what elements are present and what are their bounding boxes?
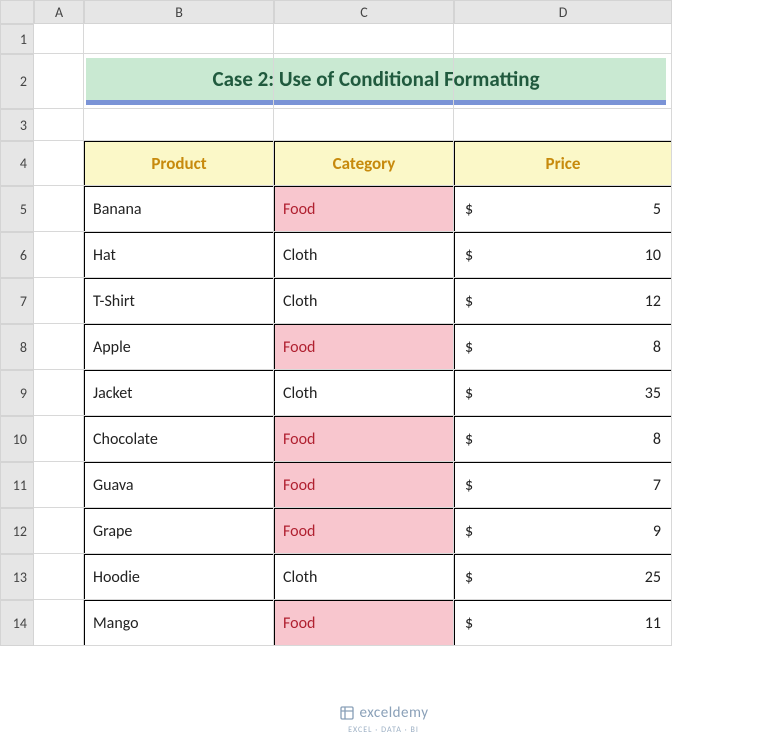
- spreadsheet-icon: [339, 705, 355, 721]
- row-header-10[interactable]: 10: [0, 416, 34, 462]
- cell[interactable]: [454, 186, 672, 232]
- row-header-8[interactable]: 8: [0, 324, 34, 370]
- row-header-9[interactable]: 9: [0, 370, 34, 416]
- watermark: exceldemy: [0, 704, 767, 722]
- row-header-5[interactable]: 5: [0, 186, 34, 232]
- cell[interactable]: [84, 508, 274, 554]
- cell[interactable]: [454, 278, 672, 324]
- cell[interactable]: [34, 186, 84, 232]
- cell[interactable]: [454, 324, 672, 370]
- cell[interactable]: [34, 54, 84, 109]
- cell[interactable]: [454, 109, 672, 141]
- cell[interactable]: [274, 416, 454, 462]
- cell[interactable]: [34, 232, 84, 278]
- column-header-c[interactable]: C: [274, 0, 454, 24]
- cell[interactable]: [274, 278, 454, 324]
- cell[interactable]: [274, 24, 454, 54]
- cell[interactable]: [274, 600, 454, 646]
- cell[interactable]: [34, 600, 84, 646]
- cell[interactable]: [274, 141, 454, 186]
- cell[interactable]: [84, 54, 274, 109]
- cell[interactable]: [274, 462, 454, 508]
- cell[interactable]: [84, 416, 274, 462]
- row-header-1[interactable]: 1: [0, 24, 34, 54]
- watermark-tagline: EXCEL · DATA · BI: [0, 725, 767, 735]
- cell[interactable]: [84, 278, 274, 324]
- cell[interactable]: [454, 370, 672, 416]
- cell[interactable]: [274, 324, 454, 370]
- cell[interactable]: [454, 54, 672, 109]
- watermark-brand: exceldemy: [360, 704, 429, 722]
- cell[interactable]: [454, 416, 672, 462]
- cell[interactable]: [274, 370, 454, 416]
- cell[interactable]: [274, 54, 454, 109]
- cell[interactable]: [34, 370, 84, 416]
- cell[interactable]: [84, 24, 274, 54]
- cell[interactable]: [454, 232, 672, 278]
- column-header-d[interactable]: D: [454, 0, 672, 24]
- row-header-12[interactable]: 12: [0, 508, 34, 554]
- cell[interactable]: [274, 232, 454, 278]
- cell[interactable]: [454, 24, 672, 54]
- cell[interactable]: [84, 600, 274, 646]
- cell[interactable]: [454, 600, 672, 646]
- cell[interactable]: [34, 278, 84, 324]
- cell[interactable]: [34, 141, 84, 186]
- cell[interactable]: [274, 186, 454, 232]
- cell[interactable]: [274, 109, 454, 141]
- cell[interactable]: [84, 186, 274, 232]
- row-header-2[interactable]: 2: [0, 54, 34, 109]
- cell[interactable]: [454, 141, 672, 186]
- cell[interactable]: [34, 416, 84, 462]
- row-header-14[interactable]: 14: [0, 600, 34, 646]
- cell[interactable]: [84, 370, 274, 416]
- cell[interactable]: [84, 324, 274, 370]
- cell[interactable]: [84, 554, 274, 600]
- cell[interactable]: [454, 462, 672, 508]
- cell[interactable]: [34, 24, 84, 54]
- row-header-4[interactable]: 4: [0, 141, 34, 186]
- column-header-b[interactable]: B: [84, 0, 274, 24]
- cell[interactable]: [34, 324, 84, 370]
- cell[interactable]: [34, 508, 84, 554]
- row-header-3[interactable]: 3: [0, 109, 34, 141]
- cell[interactable]: [454, 554, 672, 600]
- cell[interactable]: [84, 141, 274, 186]
- cell[interactable]: [84, 462, 274, 508]
- row-header-11[interactable]: 11: [0, 462, 34, 508]
- column-header-a[interactable]: A: [34, 0, 84, 24]
- cell[interactable]: [84, 232, 274, 278]
- cell[interactable]: [454, 508, 672, 554]
- row-header-13[interactable]: 13: [0, 554, 34, 600]
- select-all-corner[interactable]: [0, 0, 34, 24]
- cell[interactable]: [274, 554, 454, 600]
- cell[interactable]: [34, 109, 84, 141]
- row-header-6[interactable]: 6: [0, 232, 34, 278]
- row-header-7[interactable]: 7: [0, 278, 34, 324]
- cell[interactable]: [84, 109, 274, 141]
- cell[interactable]: [34, 554, 84, 600]
- cell[interactable]: [34, 462, 84, 508]
- cell[interactable]: [274, 508, 454, 554]
